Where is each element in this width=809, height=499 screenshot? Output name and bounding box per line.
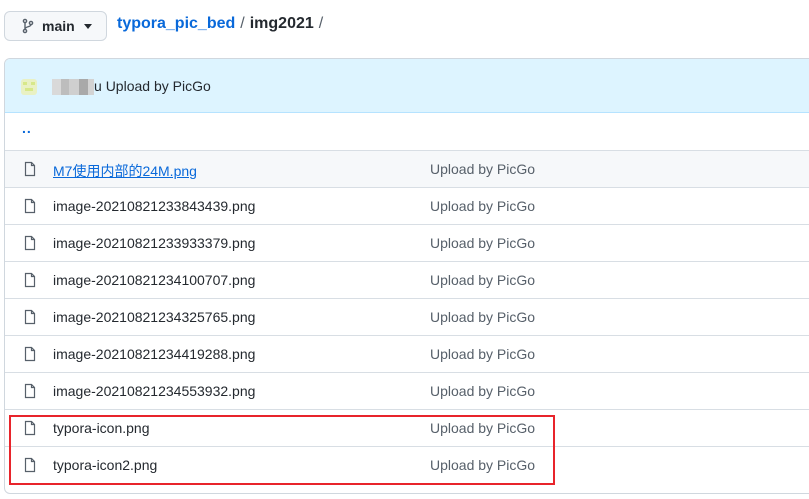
file-name-link[interactable]: typora-icon.png <box>53 420 150 436</box>
file-name-link[interactable]: typora-icon2.png <box>53 457 157 473</box>
file-commit-message-link[interactable]: Upload by PicGo <box>430 235 535 251</box>
file-icon <box>22 457 38 473</box>
git-branch-icon <box>22 18 34 34</box>
file-row[interactable]: image-20210821234325765.png Upload by Pic… <box>5 298 809 335</box>
file-name-link[interactable]: image-20210821234100707.png <box>53 272 255 288</box>
author-name-redacted <box>52 79 94 95</box>
file-row[interactable]: image-20210821234100707.png Upload by Pic… <box>5 261 809 298</box>
file-icon <box>22 420 38 436</box>
parent-directory-row[interactable]: .. <box>5 113 809 150</box>
file-name-link[interactable]: image-20210821233933379.png <box>53 235 255 251</box>
file-commit-message-link[interactable]: Upload by PicGo <box>430 161 535 177</box>
file-commit-message-link[interactable]: Upload by PicGo <box>430 420 535 436</box>
file-commit-message-link[interactable]: Upload by PicGo <box>430 198 535 214</box>
avatar[interactable] <box>19 77 39 97</box>
repo-navigation: main typora_pic_bed / img2021 / <box>0 0 809 56</box>
file-name-link[interactable]: image-20210821233843439.png <box>53 198 255 214</box>
file-name-link[interactable]: image-20210821234325765.png <box>53 309 255 325</box>
latest-commit-bar: u Upload by PicGo <box>5 59 809 113</box>
branch-select-button[interactable]: main <box>4 11 107 41</box>
breadcrumb-separator: / <box>240 15 245 32</box>
file-name-link[interactable]: image-20210821234419288.png <box>53 346 255 362</box>
breadcrumb-repo-link[interactable]: typora_pic_bed <box>117 15 235 33</box>
file-row[interactable]: M7使用内部的24M.png Upload by PicGo <box>5 150 809 187</box>
file-icon <box>22 346 38 362</box>
file-commit-message-link[interactable]: Upload by PicGo <box>430 457 535 473</box>
file-icon <box>22 272 38 288</box>
file-row[interactable]: image-20210821234419288.png Upload by Pic… <box>5 335 809 372</box>
parent-directory-link[interactable]: .. <box>22 120 32 136</box>
file-row[interactable]: typora-icon2.png Upload by PicGo <box>5 446 809 483</box>
file-name-link[interactable]: image-20210821234553932.png <box>53 383 255 399</box>
file-icon <box>22 161 38 177</box>
caret-down-icon <box>83 23 92 29</box>
file-commit-message-link[interactable]: Upload by PicGo <box>430 272 535 288</box>
breadcrumb: typora_pic_bed / img2021 / <box>117 15 328 33</box>
file-commit-message-link[interactable]: Upload by PicGo <box>430 346 535 362</box>
file-browser: u Upload by PicGo .. M7使用内部的24M.png Uploa… <box>4 58 809 494</box>
file-icon <box>22 309 38 325</box>
branch-label: main <box>42 18 75 34</box>
breadcrumb-trailing-separator: / <box>318 15 324 32</box>
file-commit-message-link[interactable]: Upload by PicGo <box>430 383 535 399</box>
file-icon <box>22 383 38 399</box>
file-commit-message-link[interactable]: Upload by PicGo <box>430 309 535 325</box>
commit-message[interactable]: u Upload by PicGo <box>94 78 211 94</box>
file-icon <box>22 235 38 251</box>
breadcrumb-current-folder: img2021 <box>249 15 314 32</box>
file-name-link[interactable]: M7使用内部的24M.png <box>53 161 197 181</box>
file-row[interactable]: typora-icon.png Upload by PicGo <box>5 409 809 446</box>
file-row[interactable]: image-20210821233933379.png Upload by Pic… <box>5 224 809 261</box>
file-icon <box>22 198 38 214</box>
file-row[interactable]: image-20210821233843439.png Upload by Pic… <box>5 187 809 224</box>
file-row[interactable]: image-20210821234553932.png Upload by Pic… <box>5 372 809 409</box>
